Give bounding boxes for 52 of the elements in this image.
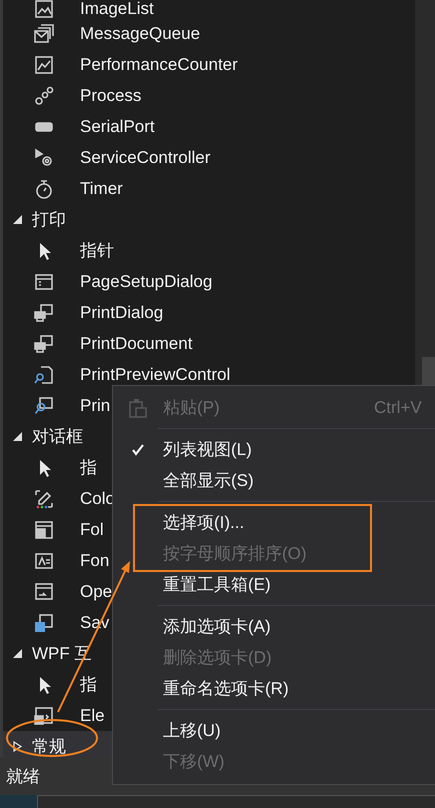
toolbox-tab[interactable]: 对话框 <box>3 421 112 452</box>
shortcut-text: Ctrl+V <box>374 398 422 418</box>
gears-icon <box>33 84 55 106</box>
stopwatch-icon <box>33 178 55 200</box>
window-icon <box>33 704 55 726</box>
envelope-stack-icon <box>33 22 55 44</box>
magnifier-window-icon <box>33 394 55 416</box>
picture-frame-icon <box>33 0 55 20</box>
expanded-triangle-icon[interactable] <box>12 214 23 225</box>
collapsed-triangle-icon[interactable] <box>12 741 23 752</box>
toolbox-item[interactable]: MessageQueue <box>80 24 200 44</box>
menu-item[interactable]: 上移(U) <box>163 719 221 742</box>
clipboard-icon <box>127 396 149 418</box>
magnifier-page-icon <box>33 364 55 386</box>
printer-icon <box>33 302 55 324</box>
toolbox-item[interactable]: Prin <box>80 396 110 416</box>
tab-label: 打印 <box>32 209 66 231</box>
menu-item[interactable]: 列表视图(L) <box>163 438 252 461</box>
toolbox-item[interactable]: Process <box>80 86 142 106</box>
expanded-triangle-icon[interactable] <box>12 431 23 442</box>
window-icon <box>33 518 55 540</box>
toolbox-item[interactable]: PageSetupDialog <box>80 272 212 292</box>
toolbox-item[interactable]: Ele <box>80 706 105 726</box>
chart-icon <box>33 54 55 76</box>
toolbox-item[interactable]: ServiceController <box>80 148 210 168</box>
toolbox-item[interactable]: Fon <box>80 550 110 570</box>
toolbox-item[interactable]: ImageList <box>80 0 154 18</box>
toolbox-item[interactable]: SerialPort <box>80 116 155 136</box>
toolbox-item[interactable]: PrintPreviewControl <box>80 364 230 384</box>
toolbox-item[interactable]: 指 <box>80 673 97 696</box>
menu-item[interactable]: 选择项(I)... <box>163 511 244 534</box>
expanded-triangle-icon[interactable] <box>12 648 23 659</box>
toolbox-item[interactable]: 指针 <box>80 239 114 262</box>
tab-label: 常规 <box>32 736 66 757</box>
toolbox-item[interactable]: PrintDialog <box>80 302 164 322</box>
toolbox-item[interactable]: Fol <box>80 520 104 540</box>
toolbox-item[interactable]: PerformanceCounter <box>80 54 238 74</box>
color-picker-icon <box>33 488 55 510</box>
toolbox-item[interactable]: PrintDocument <box>80 334 192 354</box>
printer-icon <box>33 332 55 354</box>
toolbox-item[interactable]: 指 <box>80 456 97 479</box>
menu-item[interactable]: 全部显示(S) <box>163 469 254 492</box>
toolbox-item[interactable]: Timer <box>80 178 123 198</box>
floppy-window-icon <box>33 612 55 634</box>
toolbox-item[interactable]: Ope <box>80 582 112 602</box>
tab-label: 对话框 <box>32 426 83 448</box>
toolbox-tab[interactable]: 常规 <box>3 731 112 757</box>
menu-item[interactable]: 添加选项卡(A) <box>163 615 271 638</box>
menu-item[interactable]: 重置工具箱(E) <box>163 573 271 596</box>
menu-item[interactable]: 重命名选项卡(R) <box>163 677 289 700</box>
toolbox-tab[interactable]: 打印 <box>3 204 112 235</box>
status-text: 就绪 <box>6 766 40 788</box>
